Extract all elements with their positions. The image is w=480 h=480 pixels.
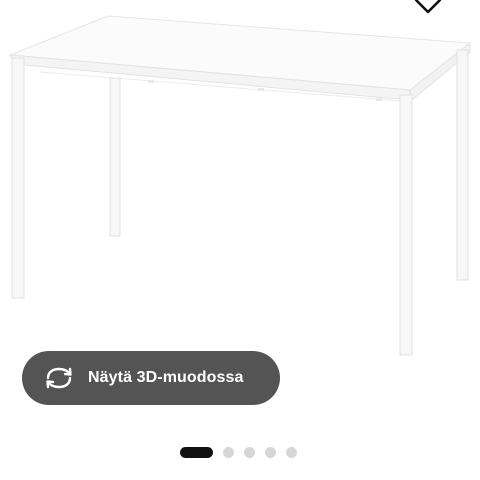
product-image <box>9 15 472 356</box>
rotate-icon <box>46 367 72 389</box>
table-leg-back-right <box>456 49 469 281</box>
carousel-dot-2[interactable] <box>223 446 234 458</box>
table-leg-front-left <box>11 57 25 299</box>
carousel-pagination <box>180 446 297 458</box>
view-in-3d-label: Näytä 3D-muodossa <box>88 369 244 386</box>
carousel-dot-5[interactable] <box>286 446 297 458</box>
view-in-3d-button[interactable]: Näytä 3D-muodossa <box>22 351 280 405</box>
table-leg-front-right <box>399 94 413 356</box>
carousel-dot-4[interactable] <box>265 446 276 458</box>
table-leg-back-left <box>109 77 121 237</box>
carousel-dot-3[interactable] <box>244 446 255 458</box>
carousel-dot-1[interactable] <box>180 446 213 458</box>
product-gallery: Näytä 3D-muodossa <box>0 0 480 480</box>
